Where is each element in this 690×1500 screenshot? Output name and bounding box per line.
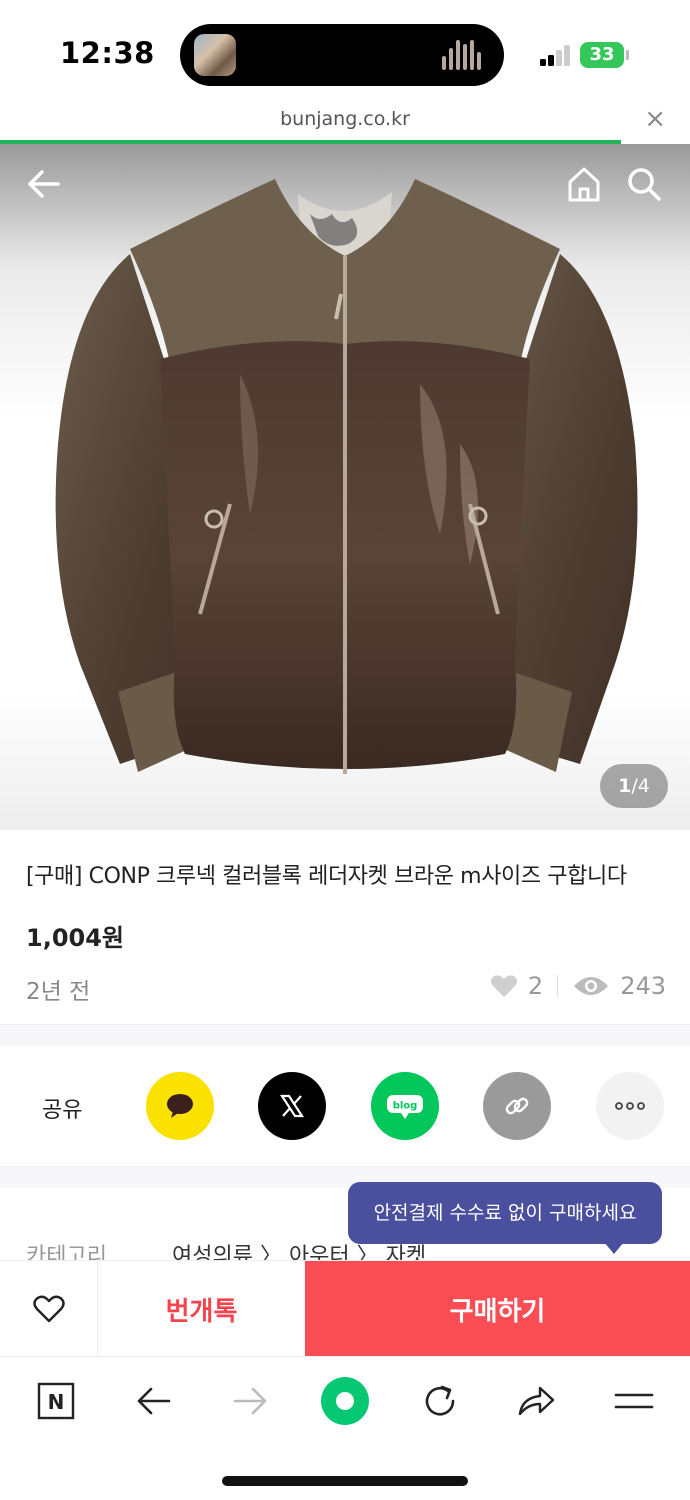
product-stats: 2 243 bbox=[490, 966, 666, 1006]
heart-icon bbox=[490, 975, 517, 997]
home-icon[interactable] bbox=[564, 164, 604, 204]
image-counter-current: 1 bbox=[618, 775, 632, 797]
back-arrow-icon[interactable] bbox=[24, 164, 64, 204]
naver-blog-share-button[interactable]: blog bbox=[371, 1072, 439, 1140]
close-icon[interactable]: × bbox=[644, 104, 666, 134]
battery-nub bbox=[626, 50, 629, 60]
stats-divider bbox=[557, 975, 559, 997]
bottom-action-bar: 번개톡 구매하기 bbox=[0, 1260, 690, 1357]
kakaotalk-icon bbox=[167, 1094, 193, 1118]
kakaotalk-share-button[interactable] bbox=[146, 1072, 214, 1140]
product-price: 1,004원 bbox=[26, 924, 124, 952]
product-image-carousel[interactable]: 1/4 bbox=[0, 144, 690, 830]
posted-time: 2년 전 bbox=[26, 979, 91, 1005]
category-label: 카테고리 bbox=[26, 1244, 107, 1260]
share-glyph bbox=[518, 1386, 555, 1416]
menu-icon[interactable] bbox=[612, 1379, 656, 1423]
like-count: 2 bbox=[527, 972, 544, 1000]
signal-icon bbox=[540, 44, 574, 66]
section-divider bbox=[0, 1024, 690, 1046]
home-indicator[interactable] bbox=[222, 1476, 468, 1486]
image-counter: 1/4 bbox=[600, 764, 668, 808]
x-logo-icon bbox=[279, 1094, 305, 1118]
search-icon[interactable] bbox=[624, 164, 664, 204]
link-icon bbox=[505, 1097, 529, 1115]
naver-logo-box: N bbox=[37, 1382, 75, 1420]
x-share-button[interactable] bbox=[258, 1072, 326, 1140]
forward-arrow-glyph bbox=[233, 1387, 267, 1415]
back-icon[interactable] bbox=[132, 1379, 176, 1423]
url-text[interactable]: bunjang.co.kr bbox=[0, 108, 690, 130]
battery-level: 33 bbox=[589, 44, 615, 65]
heart-outline-icon bbox=[32, 1295, 65, 1323]
share-label: 공유 bbox=[42, 1098, 83, 1123]
product-title: [구매] CONP 크루넥 컬러블록 레더자켓 브라운 m사이즈 구합니다 bbox=[26, 864, 627, 889]
naver-letter: N bbox=[48, 1390, 65, 1414]
back-arrow-glyph bbox=[137, 1387, 171, 1415]
more-dots-icon bbox=[615, 1102, 645, 1110]
green-dot-icon[interactable] bbox=[320, 1376, 370, 1426]
bungae-talk-button[interactable]: 번개톡 bbox=[98, 1261, 305, 1357]
product-image bbox=[55, 179, 638, 774]
image-counter-total: 4 bbox=[637, 775, 650, 797]
url-bar[interactable]: bunjang.co.kr × bbox=[0, 100, 690, 144]
dynamic-island[interactable] bbox=[180, 24, 504, 86]
reload-glyph bbox=[425, 1385, 455, 1416]
status-bar: 12:38 33 bbox=[0, 0, 690, 100]
buy-button[interactable]: 구매하기 bbox=[305, 1261, 690, 1357]
copy-link-button[interactable] bbox=[483, 1072, 551, 1140]
safe-payment-tooltip: 안전결제 수수료 없이 구매하세요 bbox=[348, 1182, 662, 1244]
share-icon[interactable] bbox=[514, 1379, 558, 1423]
view-count: 243 bbox=[620, 972, 666, 1000]
naver-icon[interactable]: N bbox=[34, 1379, 78, 1423]
share-section: 공유 blog bbox=[0, 1046, 690, 1166]
audio-wave-icon bbox=[442, 40, 482, 70]
now-playing-artwork bbox=[194, 34, 236, 76]
battery-icon: 33 bbox=[580, 42, 624, 68]
naver-blog-icon: blog bbox=[387, 1095, 423, 1119]
status-time: 12:38 bbox=[60, 36, 155, 70]
forward-icon[interactable] bbox=[228, 1379, 272, 1423]
eye-icon bbox=[574, 977, 609, 995]
tooltip-tail bbox=[604, 1242, 624, 1254]
green-dot-glyph bbox=[321, 1377, 369, 1425]
blog-text: blog bbox=[393, 1101, 418, 1112]
menu-glyph bbox=[614, 1393, 654, 1409]
favorite-button[interactable] bbox=[0, 1261, 98, 1357]
reload-icon[interactable] bbox=[418, 1379, 462, 1423]
more-share-button[interactable] bbox=[596, 1072, 664, 1140]
